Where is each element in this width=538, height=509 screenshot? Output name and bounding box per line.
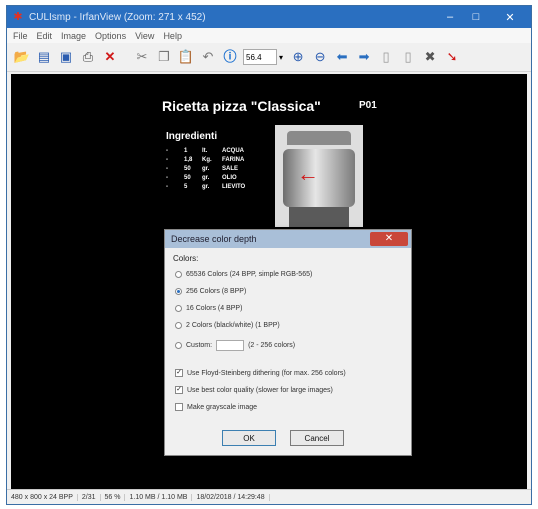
option-65536-colors[interactable]: 65536 Colors (24 BPP, simple RGB-565) — [175, 271, 312, 278]
colors-group-label: Colors: — [173, 254, 199, 263]
open-folder-icon[interactable]: 📂 — [13, 48, 31, 66]
dialog-title-bar[interactable]: Decrease color depth ✕ — [165, 230, 411, 248]
option-custom-colors[interactable]: Custom: (2 - 256 colors) — [175, 340, 295, 351]
title-bar[interactable]: ✱ CULIsmp - IrfanView (Zoom: 271 x 452) … — [7, 6, 531, 28]
window-title: CULIsmp - IrfanView (Zoom: 271 x 452) — [29, 11, 206, 23]
radio-button[interactable] — [175, 322, 182, 329]
zoom-select[interactable]: 56.4 — [243, 49, 277, 65]
mixer-base — [289, 207, 349, 227]
irfanview-logo-icon: ✱ — [13, 11, 23, 23]
menu-edit[interactable]: Edit — [37, 31, 53, 41]
mixer-photo: ← — [275, 125, 363, 227]
menu-options[interactable]: Options — [95, 31, 126, 41]
tools-icon[interactable]: ✖ — [421, 48, 439, 66]
decrease-color-depth-dialog: Decrease color depth ✕ Colors: 65536 Col… — [164, 229, 412, 456]
maximize-button[interactable]: □ — [463, 6, 489, 28]
menu-file[interactable]: File — [13, 31, 28, 41]
option-16-colors[interactable]: 16 Colors (4 BPP) — [175, 305, 242, 312]
checkbox-checked[interactable]: ✓ — [175, 386, 183, 394]
check-floyd-steinberg[interactable]: ✓ Use Floyd-Steinberg dithering (for max… — [175, 369, 346, 377]
ok-button[interactable]: OK — [222, 430, 276, 446]
check-grayscale[interactable]: Make grayscale image — [175, 403, 257, 411]
menu-view[interactable]: View — [135, 31, 154, 41]
ingredients-list: -1 lt. ACQUA -1,8 Kg. FARINA -50 gr. SALE -50 g… — [166, 147, 262, 192]
radio-button[interactable] — [175, 305, 182, 312]
dialog-title: Decrease color depth — [171, 234, 257, 244]
ingredients-title: Ingredienti — [166, 131, 218, 142]
delete-icon[interactable]: ✕ — [101, 48, 119, 66]
close-button[interactable]: ✕ — [489, 6, 531, 28]
undo-icon[interactable]: ↶ — [199, 48, 217, 66]
ingredient-row: -50 gr. SALE — [166, 166, 239, 172]
mixer-head — [287, 131, 351, 145]
print-icon[interactable]: ⎙ — [79, 48, 97, 66]
paste-icon[interactable]: 📋 — [177, 48, 195, 66]
status-index: 2/31 — [78, 493, 101, 501]
toolbar: 📂 ▤ ▣ ⎙ ✕ ✂ ❐ 📋 ↶ ⓘ 56.4 ▾ ⊕ ⊖ ⬅ ➡ ▯ ▯ ✖… — [7, 43, 531, 72]
arrow-left-icon: ← — [297, 161, 319, 186]
status-dimensions: 480 x 800 x 24 BPP — [7, 493, 78, 501]
checkbox-checked[interactable]: ✓ — [175, 369, 183, 377]
zoom-out-icon[interactable]: ⊖ — [311, 48, 329, 66]
status-size: 1.10 MB / 1.10 MB — [125, 493, 193, 501]
dialog-close-button[interactable]: ✕ — [370, 232, 408, 246]
exit-icon[interactable]: ➘ — [443, 48, 461, 66]
recipe-title: Ricetta pizza "Classica" — [162, 98, 321, 114]
radio-button[interactable] — [175, 342, 182, 349]
page-icon[interactable]: ▯ — [377, 48, 395, 66]
copy-icon[interactable]: ❐ — [155, 48, 173, 66]
chevron-down-icon[interactable]: ▾ — [279, 53, 283, 62]
checkbox-unchecked[interactable] — [175, 403, 183, 411]
radio-button-selected[interactable] — [175, 288, 182, 295]
next-icon[interactable]: ➡ — [355, 48, 373, 66]
status-zoom: 56 % — [101, 493, 126, 501]
recipe-code: P01 — [359, 100, 377, 111]
page-alt-icon[interactable]: ▯ — [399, 48, 417, 66]
custom-colors-input[interactable] — [216, 340, 245, 351]
info-icon[interactable]: ⓘ — [221, 48, 239, 66]
ingredient-row: -50 gr. OLIO — [166, 175, 237, 181]
colors-group: Colors: 65536 Colors (24 BPP, simple RGB… — [173, 254, 403, 422]
ingredient-row: -5 gr. LIEVITO — [166, 184, 246, 190]
minimize-button[interactable]: – — [437, 6, 463, 28]
mixer-bowl — [283, 149, 355, 207]
status-bar: 480 x 800 x 24 BPP 2/31 56 % 1.10 MB / 1… — [7, 489, 531, 504]
cancel-button[interactable]: Cancel — [290, 430, 344, 446]
menu-image[interactable]: Image — [61, 31, 86, 41]
menu-bar: File Edit Image Options View Help — [7, 28, 531, 43]
ingredient-row: -1 lt. ACQUA — [166, 148, 244, 154]
cut-icon[interactable]: ✂ — [133, 48, 151, 66]
option-2-colors[interactable]: 2 Colors (black/white) (1 BPP) — [175, 322, 280, 329]
option-256-colors[interactable]: 256 Colors (8 BPP) — [175, 288, 246, 295]
ingredient-row: -1,8 Kg. FARINA — [166, 157, 245, 163]
previous-icon[interactable]: ⬅ — [333, 48, 351, 66]
radio-button[interactable] — [175, 271, 182, 278]
zoom-in-icon[interactable]: ⊕ — [289, 48, 307, 66]
menu-help[interactable]: Help — [163, 31, 182, 41]
slideshow-icon[interactable]: ▤ — [35, 48, 53, 66]
status-date: 18/02/2018 / 14:29:48 — [192, 493, 270, 501]
check-best-quality[interactable]: ✓ Use best color quality (slower for lar… — [175, 386, 333, 394]
save-icon[interactable]: ▣ — [57, 48, 75, 66]
